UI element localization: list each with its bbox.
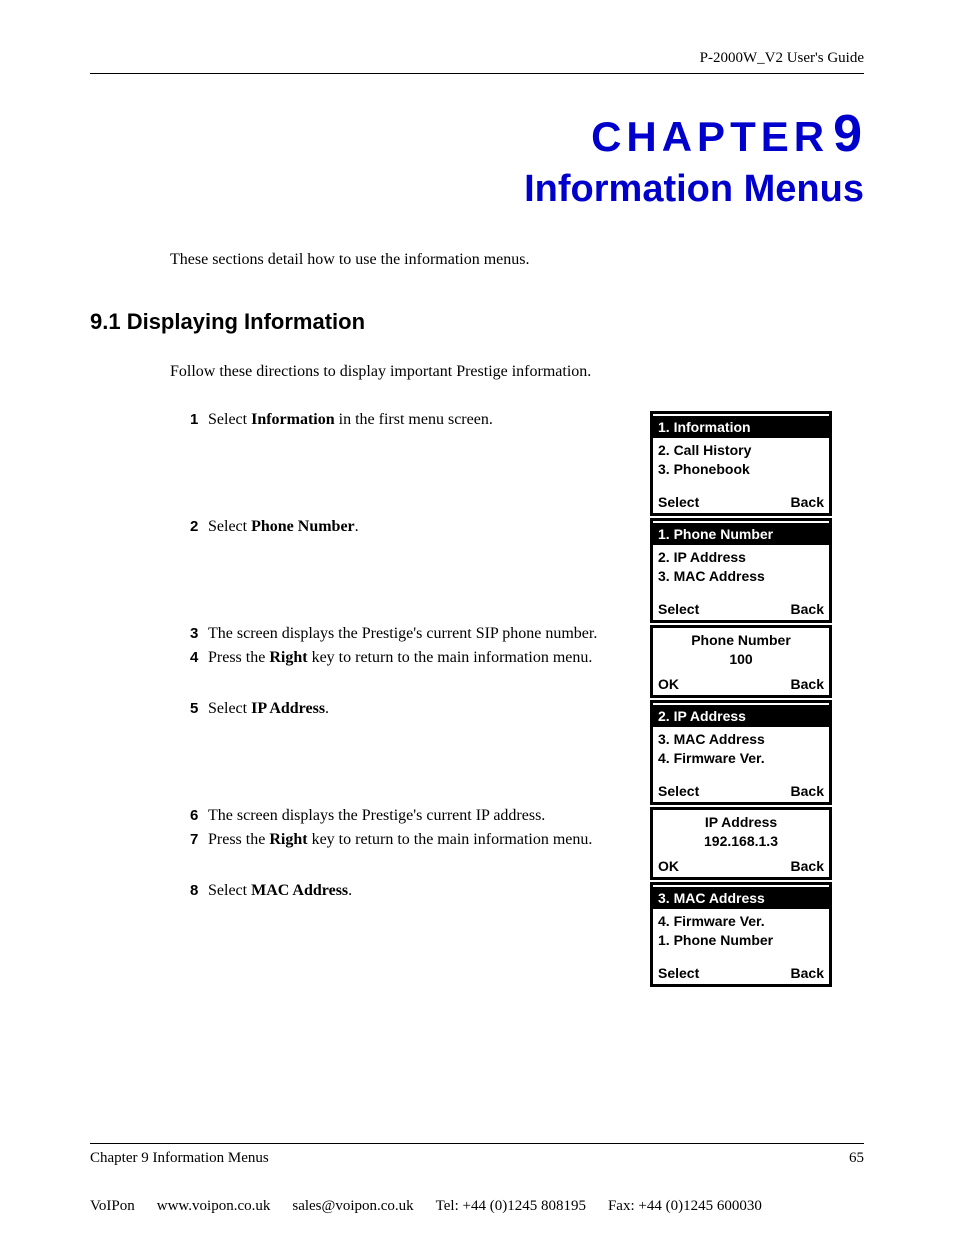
colophon-web: www.voipon.co.uk: [157, 1198, 271, 1215]
step-6: 6 The screen displays the Prestige's cur…: [190, 807, 640, 825]
step-4: 4 Press the Right key to return to the m…: [190, 649, 640, 667]
phone-screen-mac-address-menu: 3. MAC Address 4. Firmware Ver. 1. Phone…: [650, 882, 832, 987]
colophon-tel: Tel: +44 (0)1245 808195: [436, 1198, 586, 1215]
step-number: 8: [190, 882, 208, 899]
screen-item: 3. MAC Address: [658, 567, 824, 586]
step-8: 8 Select MAC Address.: [190, 882, 640, 900]
screen-selected-item: 1. Phone Number: [653, 521, 829, 545]
step-1: 1 Select Information in the first menu s…: [190, 411, 640, 429]
step-text: Select MAC Address.: [208, 882, 352, 900]
running-header: P-2000W_V2 User's Guide: [90, 50, 864, 74]
softkey-right: Back: [791, 601, 824, 617]
step-number: 6: [190, 807, 208, 824]
step-text: Press the Right key to return to the mai…: [208, 649, 592, 667]
step-text: Press the Right key to return to the mai…: [208, 831, 592, 849]
softkey-left: Select: [658, 965, 699, 981]
step-5: 5 Select IP Address.: [190, 700, 640, 718]
step-text: The screen displays the Prestige's curre…: [208, 807, 545, 825]
softkey-right: Back: [791, 965, 824, 981]
steps-container: 1 Select Information in the first menu s…: [190, 411, 864, 989]
softkey-left: OK: [658, 858, 679, 874]
softkey-left: Select: [658, 494, 699, 510]
phone-screen-phone-number: Phone Number 100 OK Back: [650, 625, 832, 698]
screen-value: 100: [658, 650, 824, 669]
screen-item: 4. Firmware Ver.: [658, 749, 824, 768]
section-heading: 9.1 Displaying Information: [90, 309, 864, 335]
step-7: 7 Press the Right key to return to the m…: [190, 831, 640, 849]
screen-selected-item: 1. Information: [653, 414, 829, 438]
step-number: 7: [190, 831, 208, 848]
screen-selected-item: 3. MAC Address: [653, 885, 829, 909]
screen-selected-item: 2. IP Address: [653, 703, 829, 727]
softkey-left: OK: [658, 676, 679, 692]
chapter-heading: CHAPTER 9 Information Menus: [90, 104, 864, 211]
chapter-intro-text: These sections detail how to use the inf…: [170, 251, 864, 269]
screen-item: 3. MAC Address: [658, 730, 824, 749]
step-text: The screen displays the Prestige's curre…: [208, 625, 597, 643]
softkey-left: Select: [658, 783, 699, 799]
step-3: 3 The screen displays the Prestige's cur…: [190, 625, 640, 643]
screen-value: 192.168.1.3: [658, 832, 824, 851]
softkey-right: Back: [791, 676, 824, 692]
step-number: 4: [190, 649, 208, 666]
screen-item: 2. IP Address: [658, 548, 824, 567]
section-intro-text: Follow these directions to display impor…: [170, 363, 864, 381]
chapter-number: 9: [833, 105, 864, 163]
footer-chapter: Chapter 9 Information Menus: [90, 1150, 269, 1167]
phone-screen-ip-address-menu: 2. IP Address 3. MAC Address 4. Firmware…: [650, 700, 832, 805]
phone-screen-phone-number-menu: 1. Phone Number 2. IP Address 3. MAC Add…: [650, 518, 832, 623]
step-number: 3: [190, 625, 208, 642]
chapter-title: Information Menus: [90, 168, 864, 211]
step-number: 1: [190, 411, 208, 428]
step-text: Select Phone Number.: [208, 518, 359, 536]
screen-item: 3. Phonebook: [658, 460, 824, 479]
screen-title: IP Address: [658, 813, 824, 832]
softkey-left: Select: [658, 601, 699, 617]
screen-item: 4. Firmware Ver.: [658, 912, 824, 931]
step-2: 2 Select Phone Number.: [190, 518, 640, 536]
step-text: Select IP Address.: [208, 700, 329, 718]
screen-item: 2. Call History: [658, 441, 824, 460]
colophon-fax: Fax: +44 (0)1245 600030: [608, 1198, 762, 1215]
colophon: VoIPon www.voipon.co.uk sales@voipon.co.…: [90, 1198, 864, 1215]
phone-screen-information-menu: 1. Information 2. Call History 3. Phoneb…: [650, 411, 832, 516]
softkey-right: Back: [791, 783, 824, 799]
colophon-email: sales@voipon.co.uk: [292, 1198, 413, 1215]
page-footer: Chapter 9 Information Menus 65: [90, 1143, 864, 1167]
softkey-right: Back: [791, 494, 824, 510]
chapter-label: CHAPTER: [591, 113, 829, 160]
screen-item: 1. Phone Number: [658, 931, 824, 950]
step-number: 2: [190, 518, 208, 535]
screen-title: Phone Number: [658, 631, 824, 650]
colophon-brand: VoIPon: [90, 1198, 135, 1215]
step-number: 5: [190, 700, 208, 717]
phone-screen-ip-address: IP Address 192.168.1.3 OK Back: [650, 807, 832, 880]
footer-page-number: 65: [849, 1150, 864, 1167]
step-text: Select Information in the first menu scr…: [208, 411, 493, 429]
softkey-right: Back: [791, 858, 824, 874]
